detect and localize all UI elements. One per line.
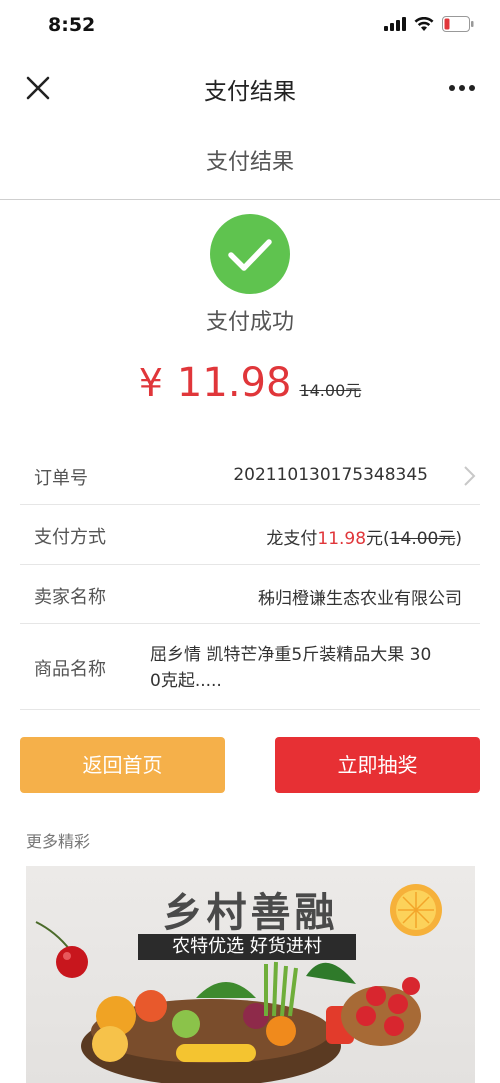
battery-icon [442, 16, 474, 32]
payment-method-name: 龙支付 [266, 529, 318, 549]
seller-row: 卖家名称 秭归橙谦生态农业有限公司 [20, 565, 480, 624]
payment-method-amount: 11.98 [317, 529, 367, 549]
back-home-button[interactable]: 返回首页 [20, 737, 225, 793]
paid-amount: 11.98 [176, 360, 292, 406]
status-bar: 8:52 [0, 0, 500, 54]
product-label: 商品名称 [34, 659, 106, 680]
original-amount: 14.00元 [299, 381, 362, 400]
product-name-line1: 屈乡情 凯特芒净重5斤装精品大果 30 [150, 645, 432, 665]
status-icons [384, 16, 474, 32]
wifi-icon [414, 16, 434, 31]
order-number-value: 202110130175348345 [233, 465, 428, 485]
more-section-title: 更多精彩 [26, 832, 91, 851]
nav-bar: 支付结果 [0, 58, 500, 118]
payment-method-original: 14.00元 [389, 529, 456, 549]
page-title: 支付结果 [205, 150, 294, 175]
order-number-row[interactable]: 订单号 202110130175348345 [20, 446, 480, 505]
payment-method-value: 龙支付11.98元(14.00元) [266, 524, 462, 549]
product-value: 屈乡情 凯特芒净重5斤装精品大果 30 0克起..... [150, 642, 462, 694]
nav-title: 支付结果 [204, 79, 296, 105]
chevron-right-icon[interactable] [460, 464, 478, 488]
currency-symbol: ¥ [138, 361, 163, 405]
order-details: 订单号 202110130175348345 支付方式 龙支付11.98元(14… [20, 446, 480, 710]
amount-row: ¥11.98 14.00元 [0, 360, 500, 406]
payment-status-text: 支付成功 [205, 310, 294, 335]
payment-method-unit: 元( [366, 529, 390, 549]
promo-banner[interactable]: 乡村善融 农特优选 好货进村 [26, 866, 475, 1083]
status-time: 8:52 [48, 14, 96, 36]
payment-method-label: 支付方式 [34, 527, 106, 548]
order-number-label: 订单号 [34, 468, 88, 489]
seller-value: 秭归橙谦生态农业有限公司 [258, 589, 462, 609]
signal-icon [384, 17, 406, 31]
payment-method-row: 支付方式 龙支付11.98元(14.00元) [20, 505, 480, 565]
product-row: 商品名称 屈乡情 凯特芒净重5斤装精品大果 30 0克起..... [20, 624, 480, 710]
seller-label: 卖家名称 [34, 587, 106, 608]
payment-method-close: ) [455, 529, 462, 549]
success-check-icon [210, 214, 290, 294]
more-icon[interactable] [446, 76, 478, 100]
lottery-button[interactable]: 立即抽奖 [275, 737, 480, 793]
banner-subtitle: 农特优选 好货进村 [138, 934, 356, 960]
banner-title: 乡村善融 [162, 890, 339, 936]
product-name-line2: 0克起..... [150, 671, 222, 691]
page-header: 支付结果 [0, 128, 500, 200]
